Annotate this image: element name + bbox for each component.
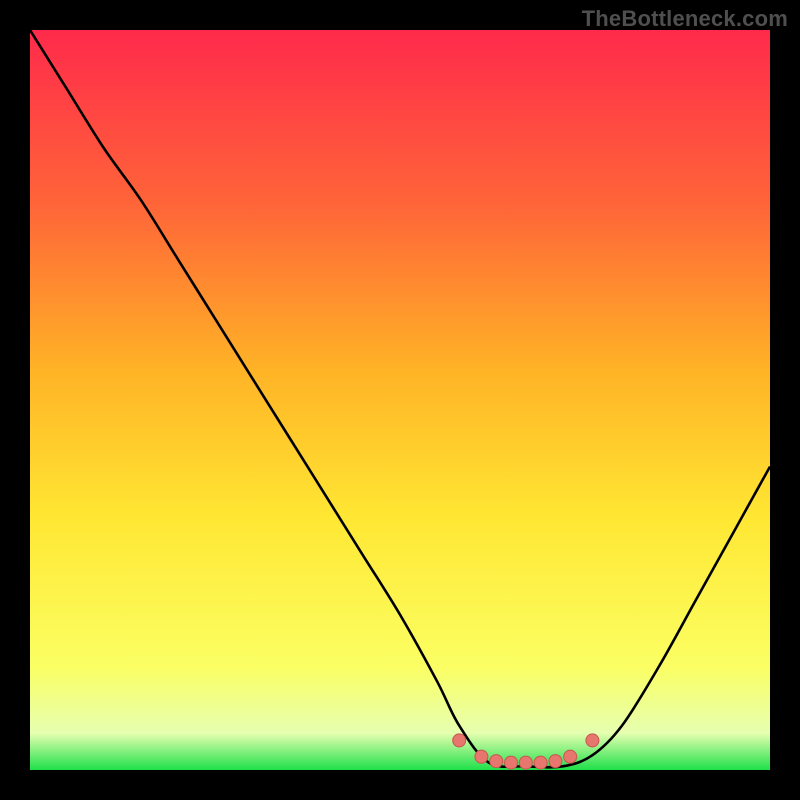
- optimal-point-marker: [534, 756, 547, 769]
- optimal-point-marker: [564, 750, 577, 763]
- optimal-point-marker: [490, 755, 503, 768]
- optimal-point-marker: [549, 755, 562, 768]
- chart-frame: TheBottleneck.com: [0, 0, 800, 800]
- optimal-point-marker: [505, 756, 518, 769]
- optimal-point-marker: [475, 750, 488, 763]
- optimal-point-marker: [586, 734, 599, 747]
- bottleneck-chart: [30, 30, 770, 770]
- optimal-point-marker: [453, 734, 466, 747]
- optimal-point-marker: [519, 756, 532, 769]
- gradient-background: [30, 30, 770, 770]
- plot-area: [30, 30, 770, 770]
- watermark-text: TheBottleneck.com: [582, 6, 788, 32]
